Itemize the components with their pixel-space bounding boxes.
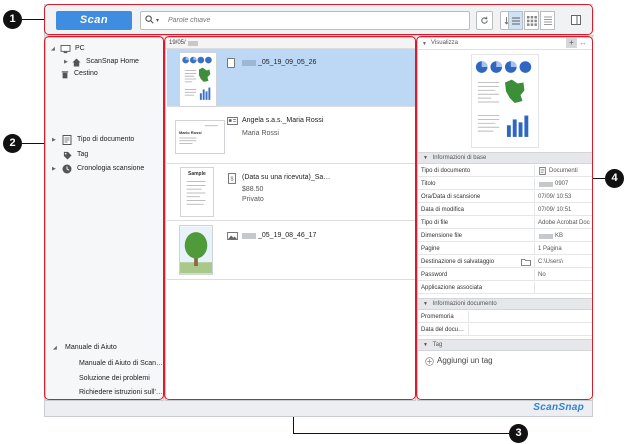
callout-4: 4 [605, 169, 624, 188]
callout-4-frame [416, 36, 593, 400]
callout-1: 1 [3, 10, 22, 29]
callout-4-line [593, 178, 605, 179]
callout-3-frame [164, 36, 416, 400]
scansnap-logo: ScanSnap [533, 402, 584, 413]
callout-3-line-h [293, 433, 509, 434]
callout-1-line [22, 19, 44, 20]
callout-2-frame [44, 36, 164, 400]
callout-2-line [22, 143, 44, 144]
callout-2: 2 [3, 134, 22, 153]
callout-1-frame [44, 4, 593, 35]
callout-3: 3 [509, 424, 528, 443]
